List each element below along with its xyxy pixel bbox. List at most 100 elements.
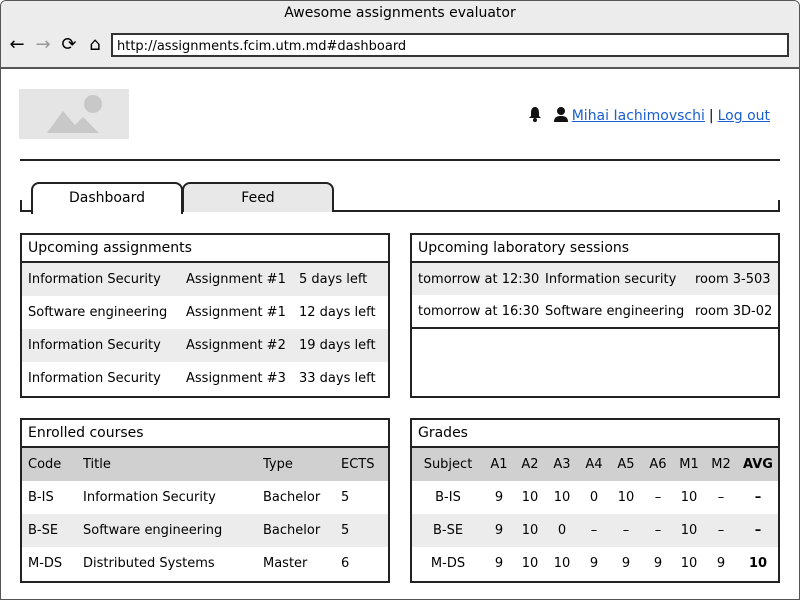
column-header: ECTS — [341, 457, 375, 472]
avg-cell: 10 — [748, 556, 768, 571]
grade-cell: 10 — [680, 490, 698, 505]
table-row[interactable]: Information Security Assignment #3 33 da… — [22, 362, 388, 395]
column-header: Title — [83, 457, 111, 472]
grade-cell: – — [622, 523, 630, 538]
subject-cell: Information Security — [28, 338, 161, 353]
column-header: Code — [28, 457, 62, 472]
grade-cell: 10 — [617, 490, 635, 505]
type-cell: Master — [263, 556, 308, 571]
when-cell: tomorrow at 16:30 — [418, 303, 540, 319]
lab-sessions-panel: Upcoming laboratory sessions tomorrow at… — [410, 233, 780, 398]
room-cell: room 3-503 — [695, 271, 771, 287]
user-icon — [553, 106, 568, 126]
grade-cell: 10 — [553, 556, 571, 571]
header-divider — [20, 159, 780, 161]
user-profile-link[interactable]: Mihai Iachimovschi — [572, 108, 705, 124]
grade-cell: 10 — [521, 556, 539, 571]
column-header: Subject — [423, 457, 473, 472]
due-cell: 5 days left — [299, 272, 368, 287]
tab-feed[interactable]: Feed — [182, 182, 334, 212]
ects-cell: 5 — [341, 523, 350, 538]
column-header: A2 — [521, 457, 539, 472]
window-title: Awesome assignments evaluator — [1, 1, 799, 25]
table-row[interactable]: B-SE Software engineering Bachelor 5 — [22, 514, 388, 547]
tab-baseline-right — [334, 210, 780, 212]
ects-cell: 6 — [341, 556, 350, 571]
grade-cell: 9 — [494, 490, 504, 505]
subject-cell: B-IS — [435, 490, 461, 505]
upcoming-assignments-panel: Upcoming assignments Information Securit… — [20, 233, 390, 398]
table-row[interactable]: M-DS 9 10 10 9 9 9 10 9 10 — [412, 547, 778, 580]
due-cell: 12 days left — [299, 305, 376, 320]
grade-cell: 9 — [589, 556, 599, 571]
title-cell: Information Security — [83, 490, 216, 505]
assignment-cell: Assignment #2 — [186, 338, 286, 353]
type-cell: Bachelor — [263, 490, 321, 505]
table-row[interactable]: tomorrow at 16:30 Software engineering r… — [412, 295, 778, 329]
grade-cell: 10 — [521, 523, 539, 538]
table-row[interactable]: M-DS Distributed Systems Master 6 — [22, 547, 388, 580]
panel-title: Upcoming assignments — [22, 235, 388, 263]
grade-cell: 9 — [716, 556, 726, 571]
code-cell: B-IS — [28, 490, 54, 505]
grade-cell: – — [654, 523, 662, 538]
browser-toolbar: ← → ⟳ ⌂ http://assignments.fcim.utm.md#d… — [1, 25, 799, 69]
tab-dashboard[interactable]: Dashboard — [31, 182, 183, 214]
avg-cell: – — [754, 490, 762, 505]
logout-link[interactable]: Log out — [718, 108, 770, 124]
forward-arrow-icon[interactable]: → — [33, 35, 53, 55]
grade-cell: – — [717, 523, 725, 538]
logo-placeholder — [19, 89, 129, 139]
separator: | — [708, 108, 714, 124]
table-header-row: Code Title Type ECTS — [22, 448, 388, 481]
grade-cell: 9 — [494, 523, 504, 538]
code-cell: B-SE — [28, 523, 59, 538]
grade-cell: 0 — [557, 523, 567, 538]
enrolled-courses-panel: Enrolled courses Code Title Type ECTS B-… — [20, 418, 390, 583]
user-bar: Mihai Iachimovschi | Log out — [528, 106, 770, 126]
table-row[interactable]: Information Security Assignment #2 19 da… — [22, 329, 388, 362]
subject-cell: B-SE — [432, 523, 464, 538]
column-header: A1 — [490, 457, 508, 472]
when-cell: tomorrow at 12:30 — [418, 271, 540, 287]
reload-icon[interactable]: ⟳ — [59, 35, 79, 55]
table-header-row: Subject A1 A2 A3 A4 A5 A6 M1 M2 AVG — [412, 448, 778, 481]
grade-cell: 9 — [494, 556, 504, 571]
column-header: A4 — [585, 457, 603, 472]
table-row[interactable]: tomorrow at 12:30 Information security r… — [412, 263, 778, 295]
table-row[interactable]: Software engineering Assignment #1 12 da… — [22, 296, 388, 329]
grade-cell: 9 — [621, 556, 631, 571]
home-icon[interactable]: ⌂ — [85, 35, 105, 55]
back-arrow-icon[interactable]: ← — [7, 35, 27, 55]
table-row[interactable]: B-IS Information Security Bachelor 5 — [22, 481, 388, 514]
type-cell: Bachelor — [263, 523, 321, 538]
subject-cell: Information Security — [28, 272, 161, 287]
title-cell: Distributed Systems — [83, 556, 215, 571]
tab-edge-right — [778, 200, 780, 212]
grade-cell: – — [654, 490, 662, 505]
panel-title: Enrolled courses — [22, 420, 388, 448]
subject-cell: Information security — [545, 271, 677, 287]
column-header: M2 — [711, 457, 731, 472]
table-row[interactable]: B-SE 9 10 0 – – – 10 – – — [412, 514, 778, 547]
address-bar[interactable]: http://assignments.fcim.utm.md#dashboard — [111, 33, 789, 57]
avg-cell: – — [754, 523, 762, 538]
column-header: M1 — [679, 457, 699, 472]
subject-cell: M-DS — [430, 556, 466, 571]
table-row[interactable]: B-IS 9 10 10 0 10 – 10 – – — [412, 481, 778, 514]
grades-panel: Grades Subject A1 A2 A3 A4 A5 A6 M1 M2 A… — [410, 418, 780, 583]
image-placeholder-icon — [47, 95, 102, 133]
column-header: AVG — [743, 457, 773, 472]
room-cell: room 3D-02 — [695, 303, 773, 319]
assignment-cell: Assignment #1 — [186, 272, 286, 287]
subject-cell: Information Security — [28, 371, 161, 386]
bell-icon[interactable] — [528, 106, 542, 126]
grade-cell: 10 — [521, 490, 539, 505]
grade-cell: 10 — [680, 523, 698, 538]
ects-cell: 5 — [341, 490, 350, 505]
column-header: A6 — [649, 457, 667, 472]
column-header: Type — [263, 457, 293, 472]
subject-cell: Software engineering — [28, 305, 168, 320]
table-row[interactable]: Information Security Assignment #1 5 day… — [22, 263, 388, 296]
code-cell: M-DS — [28, 556, 63, 571]
